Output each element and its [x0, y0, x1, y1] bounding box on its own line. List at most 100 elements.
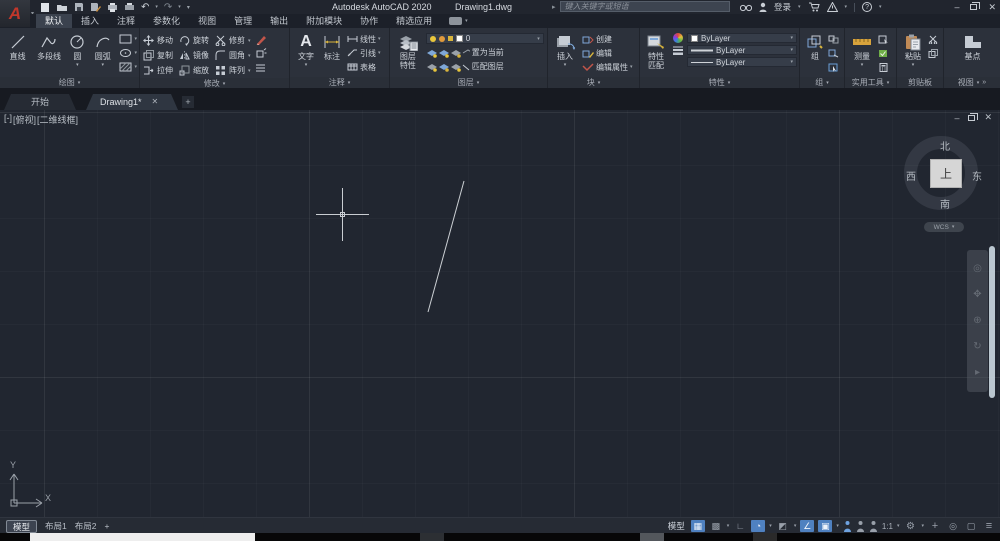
measure-button[interactable]: 测量 ▾	[848, 30, 876, 77]
layout2-tab[interactable]: 布局2	[75, 520, 97, 532]
ungroup-button[interactable]	[828, 33, 839, 45]
line-button[interactable]: 直线	[3, 30, 32, 77]
model-tab[interactable]: 模型	[6, 519, 38, 533]
plot-icon[interactable]	[107, 2, 118, 12]
signin-caret-icon[interactable]: ▾	[798, 4, 801, 10]
scale-button[interactable]: 缩放	[179, 65, 209, 76]
ribbon-tab-parametric[interactable]: 参数化	[144, 14, 189, 28]
panel-view-label[interactable]: 视图 ▾»	[944, 77, 1000, 88]
arc-button[interactable]: 圆弧 ▾	[89, 30, 116, 77]
grid-toggle[interactable]: ▦	[690, 520, 705, 532]
ellipse-button[interactable]: ▾	[119, 47, 137, 59]
ribbon-tab-manage[interactable]: 管理	[225, 14, 261, 28]
help-caret-icon[interactable]: ▾	[879, 4, 882, 10]
object-snap-toggle[interactable]: ▣	[818, 520, 833, 532]
rotate-button[interactable]: 旋转	[179, 35, 209, 46]
sign-in-button[interactable]: 登录	[774, 1, 791, 13]
quick-calc-button[interactable]	[878, 47, 889, 59]
add-layout-button[interactable]: +	[104, 521, 109, 531]
workspace-caret-icon[interactable]: ▾	[921, 523, 924, 529]
base-point-button[interactable]: 基点	[957, 30, 989, 77]
mirror-button[interactable]: 镜像	[179, 50, 209, 61]
stretch-button[interactable]: 拉伸	[143, 65, 173, 76]
edit-attributes-button[interactable]: 编辑属性 ▾	[582, 61, 633, 73]
ribbon-tab-output[interactable]: 输出	[261, 14, 297, 28]
copy-button[interactable]: 复制	[143, 50, 173, 61]
lineweight-select[interactable]: ByLayer ▾	[687, 45, 797, 55]
close-button[interactable]: ✕	[988, 2, 996, 13]
layer-color-swatch[interactable]	[455, 35, 463, 42]
overkill-button[interactable]	[255, 61, 267, 73]
ribbon-tab-collaborate[interactable]: 协作	[351, 14, 387, 28]
file-tab-start[interactable]: 开始	[4, 94, 76, 110]
annotation-autoscale-toggle[interactable]	[856, 520, 865, 532]
save-icon[interactable]	[74, 2, 84, 12]
panel-annotation-label[interactable]: 注释 ▾	[290, 77, 389, 88]
table-button[interactable]: 表格	[347, 61, 381, 73]
linear-dim-button[interactable]: 线性 ▾	[347, 33, 381, 45]
layer-lock-icon[interactable]	[447, 36, 453, 41]
polar-tracking-toggle[interactable]: ◔	[751, 520, 766, 532]
search-input[interactable]: 键入关键字或短语	[559, 1, 730, 12]
save-as-icon[interactable]	[90, 2, 101, 12]
fillet-button[interactable]: 圆角 ▾	[215, 50, 251, 61]
panel-layers-label[interactable]: 图层 ▾	[390, 77, 547, 88]
app-logo[interactable]: A	[0, 0, 30, 27]
annotation-visibility-toggle[interactable]	[843, 520, 852, 532]
cut-button[interactable]	[928, 33, 939, 45]
lineweight-list-icon[interactable]	[672, 45, 684, 55]
ribbon-display-toggle[interactable]: ▾	[449, 14, 468, 28]
panel-clipboard-label[interactable]: 剪贴板	[897, 77, 943, 88]
array-button[interactable]: 阵列 ▾	[215, 65, 251, 76]
group-button[interactable]: 组	[803, 30, 827, 77]
isodraft-caret-icon[interactable]: ▾	[794, 523, 797, 529]
layer-select[interactable]: 0 ▾	[425, 33, 544, 44]
panel-block-label[interactable]: 块 ▾	[548, 77, 639, 88]
panel-draw-label[interactable]: 绘图 ▾	[0, 77, 139, 88]
move-button[interactable]: 移动	[143, 35, 173, 46]
calculator-button[interactable]	[878, 61, 889, 73]
file-tab-drawing1[interactable]: Drawing1* ✕	[86, 94, 178, 110]
snap-toggle[interactable]: ▩	[709, 520, 723, 532]
layer-freeze-sun-icon[interactable]	[438, 35, 445, 42]
print-icon[interactable]	[124, 2, 135, 12]
search-binoculars-icon[interactable]	[740, 3, 752, 12]
clean-screen-toggle[interactable]: ▢	[964, 520, 978, 532]
osnap-caret-icon[interactable]: ▾	[836, 523, 839, 529]
layer-properties-button[interactable]: 图层 特性	[393, 30, 423, 77]
panel-group-label[interactable]: 组 ▾	[800, 77, 844, 88]
search-expand-icon[interactable]: ▸	[552, 3, 556, 11]
drawn-line[interactable]	[0, 110, 1000, 517]
new-file-icon[interactable]	[40, 2, 50, 13]
group-select-button[interactable]	[828, 61, 839, 73]
create-block-button[interactable]: 创建	[582, 33, 633, 45]
panel-properties-label[interactable]: 特性 ▾	[640, 77, 799, 88]
ribbon-tab-default[interactable]: 默认	[36, 14, 73, 28]
isolate-objects-toggle[interactable]: ◎	[946, 520, 960, 532]
alert-caret-icon[interactable]: ▾	[845, 4, 848, 10]
undo-caret-icon[interactable]: ▾	[155, 4, 158, 10]
group-edit-button[interactable]	[828, 47, 839, 59]
redo-icon[interactable]: ↷	[164, 2, 172, 13]
minimize-button[interactable]: –	[954, 2, 959, 12]
object-color-select[interactable]: ByLayer ▾	[687, 33, 797, 43]
ortho-toggle[interactable]: ∟	[733, 520, 747, 532]
leader-button[interactable]: 引线 ▾	[347, 47, 381, 59]
restore-button[interactable]	[970, 2, 981, 10]
drawing-canvas[interactable]: [-] [俯视] [二维线框] – ✕ 北 南 西 东 上 WCS ▾ ◎ ✥ ⊕…	[0, 110, 1000, 517]
workspace-gear-icon[interactable]: ⚙	[903, 520, 917, 532]
text-button[interactable]: A 文字 ▾	[293, 30, 319, 77]
ribbon-tab-addins[interactable]: 附加模块	[297, 14, 351, 28]
redo-caret-icon[interactable]: ▾	[178, 4, 181, 10]
status-model-label[interactable]: 模型	[668, 520, 685, 532]
user-icon[interactable]	[759, 2, 767, 12]
copy-clip-button[interactable]	[928, 47, 939, 59]
ribbon-tab-view[interactable]: 视图	[189, 14, 225, 28]
open-file-icon[interactable]	[56, 2, 68, 12]
ribbon-tab-featured-apps[interactable]: 精选应用	[387, 14, 441, 28]
undo-icon[interactable]: ↶	[141, 2, 149, 13]
circle-button[interactable]: 圆 ▾	[66, 30, 89, 77]
match-layer-button[interactable]: 匹配图层	[426, 60, 545, 72]
polar-caret-icon[interactable]: ▾	[769, 523, 772, 529]
trim-button[interactable]: 修剪 ▾	[215, 35, 251, 46]
